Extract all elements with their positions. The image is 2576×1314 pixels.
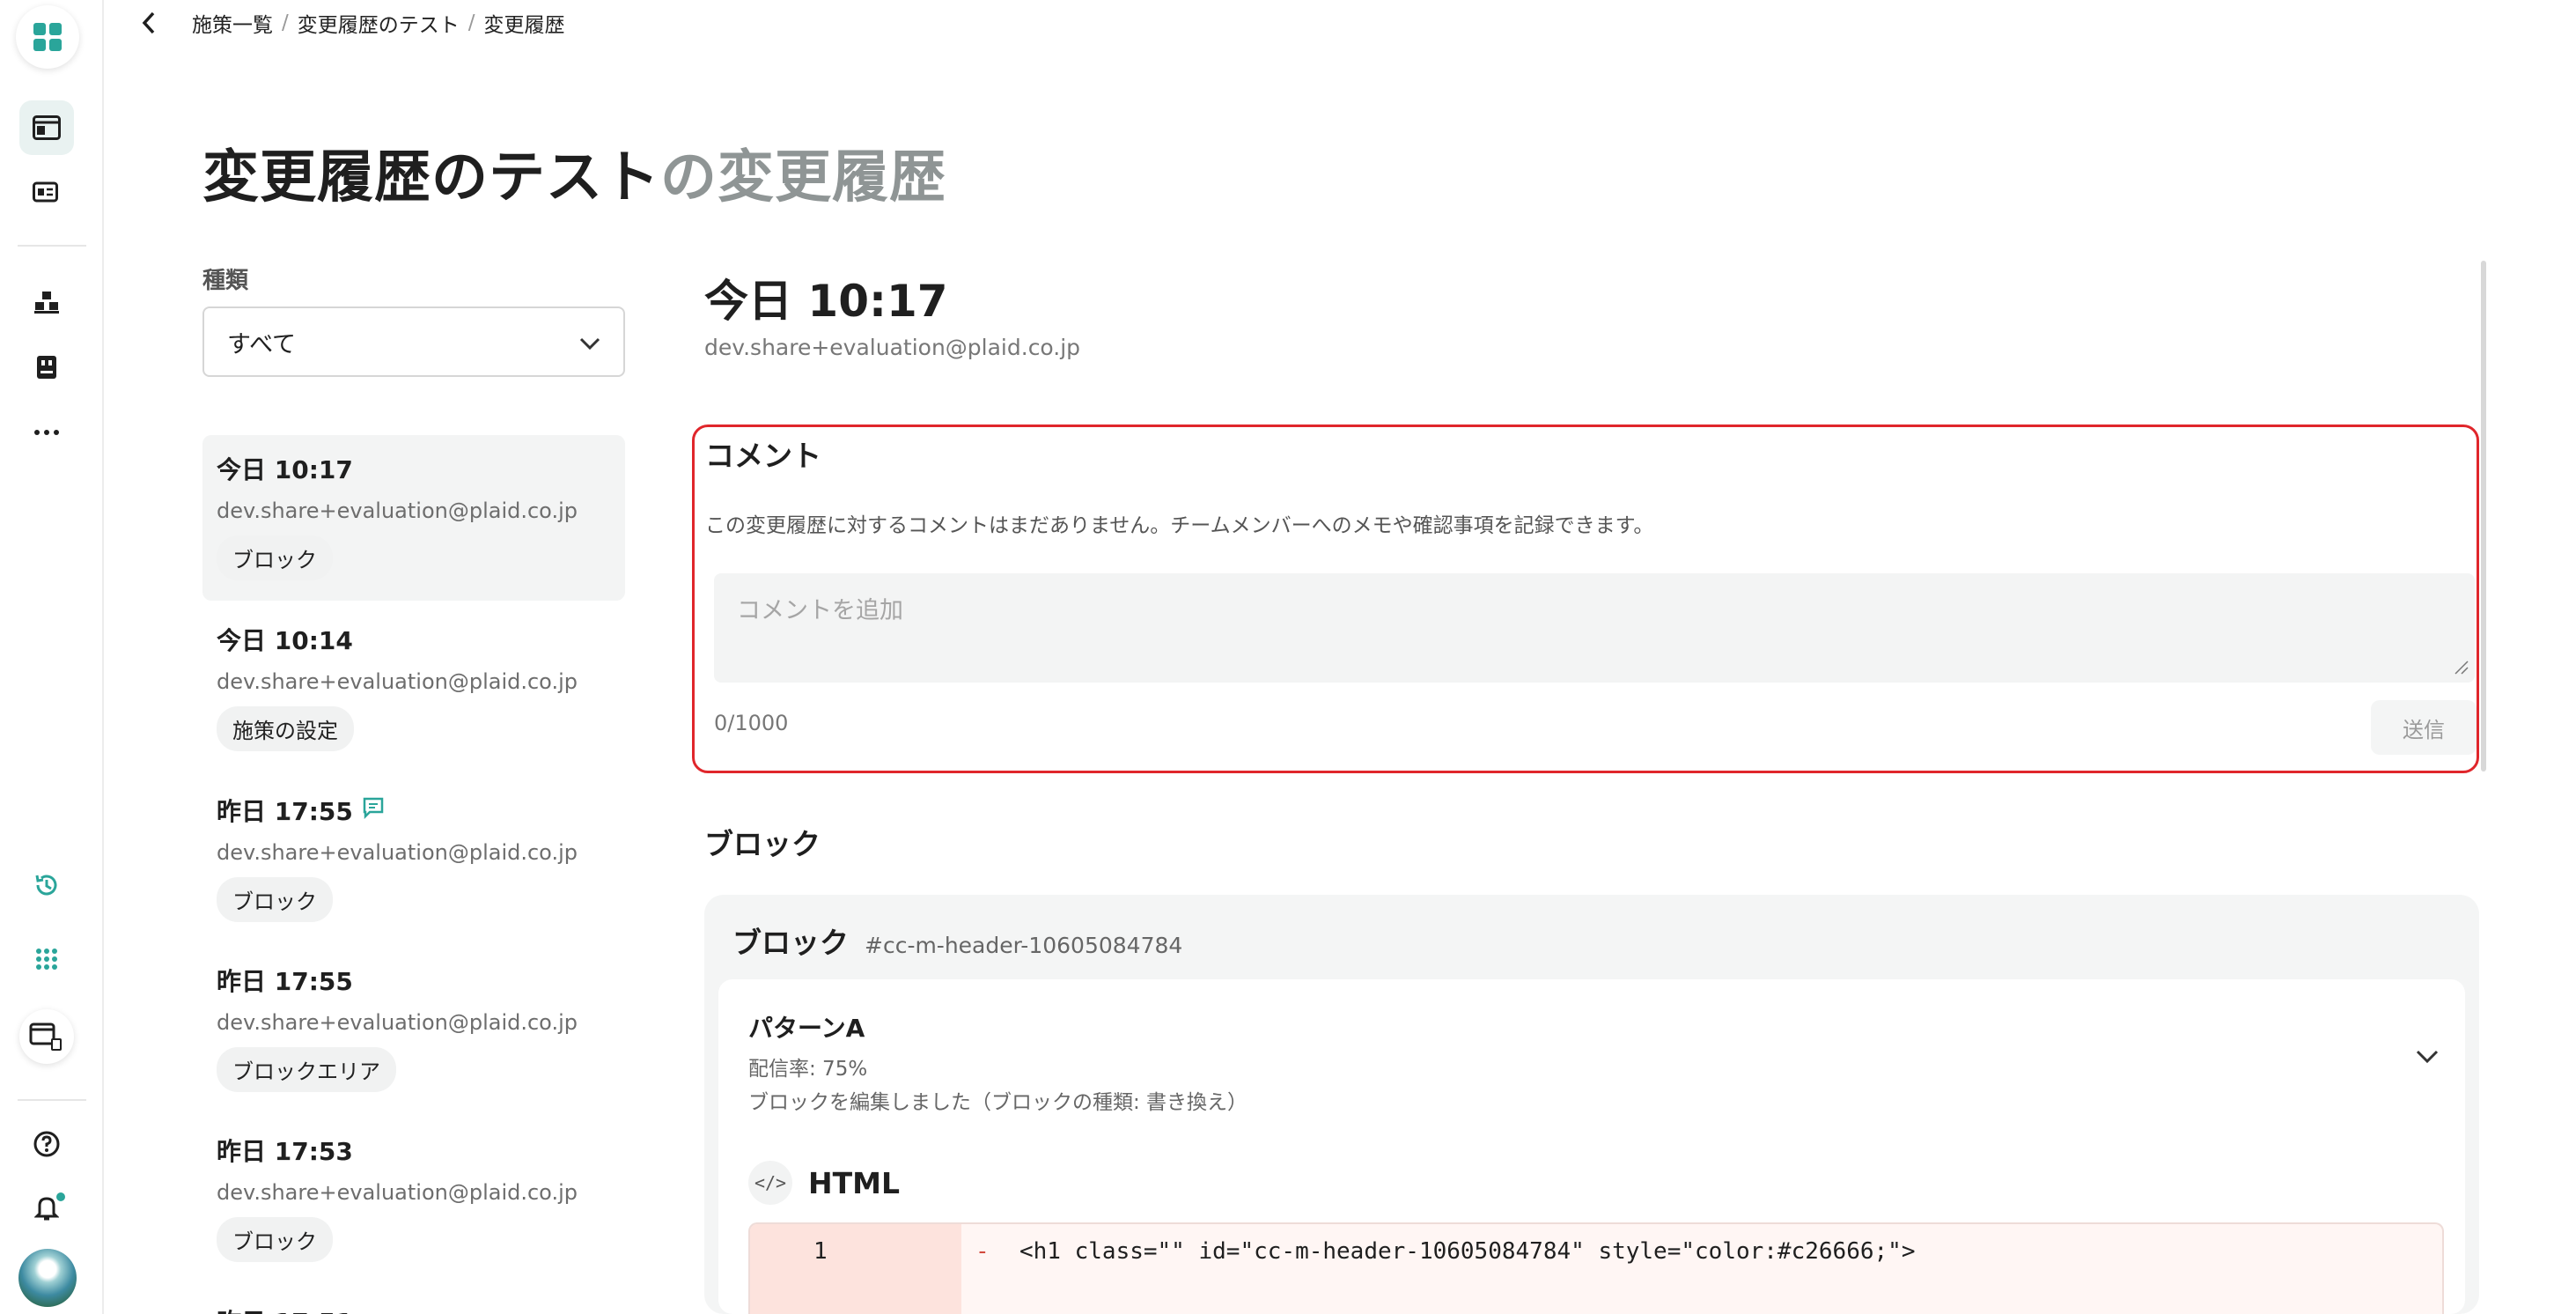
comment-icon	[362, 796, 385, 825]
history-item[interactable]: 今日 10:14 dev.share+evaluation@plaid.co.j…	[202, 606, 625, 767]
diff-line-number: 1	[750, 1224, 961, 1314]
left-rail	[0, 0, 104, 1314]
filter-label: 種類	[202, 268, 249, 294]
history-item[interactable]: 昨日 17:53 dev.share+evaluation@plaid.co.j…	[202, 1117, 625, 1278]
history-icon[interactable]	[19, 858, 74, 912]
help-icon[interactable]	[19, 1117, 74, 1171]
code-diff: 1 - <h1 class="" id="cc-m-header-1060508…	[748, 1222, 2444, 1314]
breadcrumb-item-campaign[interactable]: 変更履歴のテスト	[298, 8, 460, 38]
history-item[interactable]: 昨日 17:55 dev.share+evaluation@plaid.co.j…	[202, 777, 625, 938]
history-tag: ブロックエリア	[217, 1047, 396, 1092]
pattern-rate: 配信率: 75%	[748, 1058, 868, 1081]
resize-grip-icon[interactable]	[2452, 658, 2469, 675]
page-title: 変更履歴のテストの変更履歴	[202, 145, 946, 210]
notification-dot	[55, 1191, 67, 1203]
blocks-icon[interactable]	[19, 275, 74, 329]
history-tag: 施策の設定	[217, 706, 354, 751]
ad-icon[interactable]	[19, 166, 74, 220]
type-filter-select[interactable]: すべて	[202, 306, 625, 377]
more-icon[interactable]	[19, 405, 74, 460]
back-arrow-icon[interactable]	[141, 11, 157, 35]
chevron-down-icon[interactable]	[2416, 1050, 2439, 1067]
block-id: #cc-m-header-10605084784	[865, 933, 1183, 958]
comment-input[interactable]	[714, 573, 2475, 683]
block-card: ブロック #cc-m-header-10605084784 パターンA 配信率:…	[704, 895, 2479, 1314]
app-logo-icon[interactable]	[16, 5, 79, 69]
block-card-title: ブロック	[732, 926, 849, 960]
history-item[interactable]: 今日 10:17 dev.share+evaluation@plaid.co.j…	[202, 435, 625, 601]
detail-email: dev.share+evaluation@plaid.co.jp	[704, 335, 1081, 360]
breadcrumb-item-current: 変更履歴	[483, 14, 565, 37]
diff-code-line: <h1 class="" id="cc-m-header-10605084784…	[1019, 1238, 1916, 1265]
pattern-description: ブロックを編集しました（ブロックの種類: 書き換え）	[748, 1091, 1248, 1114]
pattern-card[interactable]: パターンA 配信率: 75% ブロックを編集しました（ブロックの種類: 書き換え…	[718, 979, 2465, 1314]
block-section-title: ブロック	[704, 827, 821, 861]
templates-icon[interactable]	[19, 340, 74, 395]
history-item[interactable]: 昨日 17:51	[202, 1288, 625, 1314]
pattern-name: パターンA	[748, 1014, 865, 1043]
code-label: HTML	[808, 1165, 900, 1200]
history-item[interactable]: 昨日 17:55 dev.share+evaluation@plaid.co.j…	[202, 947, 625, 1108]
history-tag: ブロック	[217, 1217, 333, 1262]
campaign-list-icon[interactable]	[19, 100, 74, 155]
code-icon: </>	[748, 1161, 792, 1205]
history-tag: ブロック	[217, 877, 333, 922]
send-button[interactable]: 送信	[2371, 700, 2477, 755]
breadcrumb: 施策一覧 / 変更履歴のテスト / 変更履歴	[141, 7, 565, 39]
apps-grid-icon[interactable]	[19, 932, 74, 986]
comment-counter: 0/1000	[714, 711, 789, 735]
breadcrumb-item-campaigns[interactable]: 施策一覧	[192, 8, 273, 38]
comment-section: コメント この変更履歴に対するコメントはまだありません。チームメンバーへのメモや…	[692, 424, 2479, 773]
diff-removed-sign: -	[975, 1238, 990, 1265]
scrollbar[interactable]	[2481, 261, 2486, 771]
detail-time: 今日 10:17	[704, 276, 948, 327]
history-tag: ブロック	[217, 535, 333, 580]
chevron-down-icon	[579, 328, 600, 356]
comment-title: コメント	[705, 439, 821, 473]
page-preview-icon[interactable]	[19, 1009, 74, 1064]
bell-icon[interactable]	[19, 1180, 74, 1235]
comment-description: この変更履歴に対するコメントはまだありません。チームメンバーへのメモや確認事項を…	[705, 514, 1654, 537]
type-filter-value: すべて	[227, 330, 297, 358]
avatar[interactable]	[18, 1249, 77, 1307]
